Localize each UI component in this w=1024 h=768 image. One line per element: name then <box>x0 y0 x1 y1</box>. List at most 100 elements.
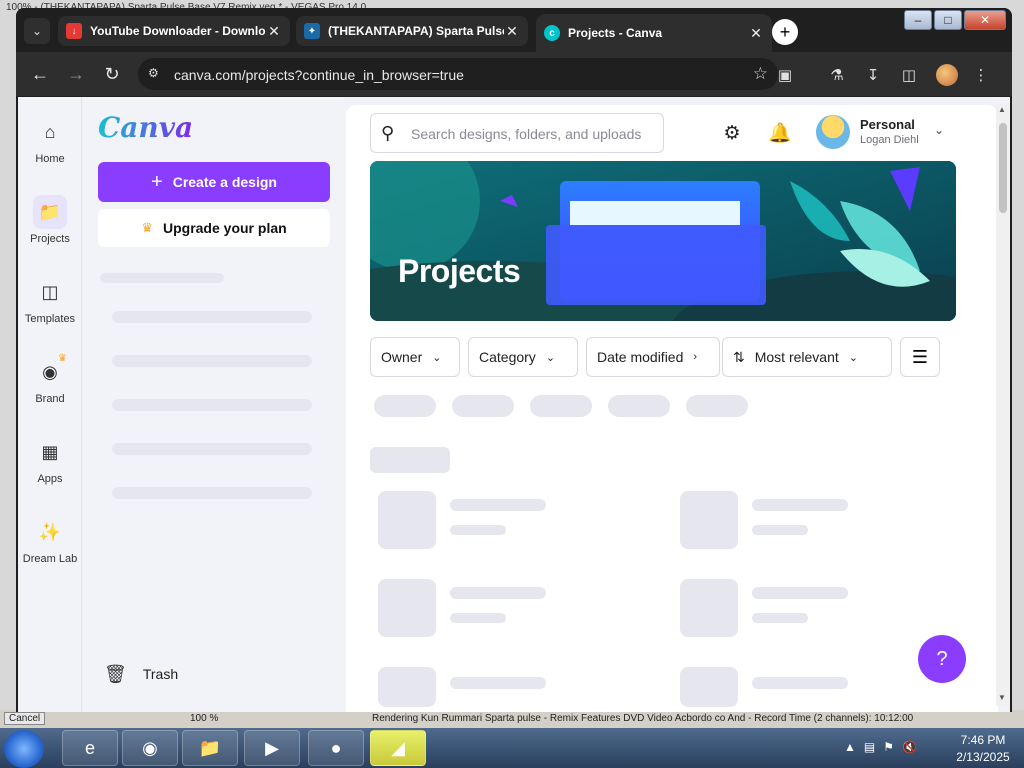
start-button[interactable] <box>4 730 44 768</box>
banner-illustration <box>370 161 956 321</box>
loading-placeholder <box>680 579 738 637</box>
account-avatar[interactable] <box>816 115 850 149</box>
close-window-button[interactable]: ✕ <box>964 10 1006 30</box>
tab-projects-canva[interactable]: c Projects - Canva ✕ <box>536 14 772 52</box>
filter-category[interactable]: Category ⌄ <box>468 337 578 377</box>
show-hidden-icons-icon[interactable]: ▲ <box>844 740 856 754</box>
address-bar[interactable]: ⚙ canva.com/projects?continue_in_browser… <box>138 58 778 90</box>
filter-owner[interactable]: Owner ⌄ <box>370 337 460 377</box>
scroll-down-icon[interactable]: ▼ <box>998 693 1006 702</box>
rail-label: Apps <box>37 473 63 485</box>
sort-dropdown[interactable]: ⇅ Most relevant ⌄ <box>722 337 892 377</box>
loading-placeholder <box>450 613 506 623</box>
create-design-label: Create a design <box>172 174 277 190</box>
chevron-down-icon: ⌄ <box>848 351 858 364</box>
account-type[interactable]: Personal <box>860 117 915 132</box>
firefox-icon[interactable]: ◉ <box>122 730 178 766</box>
reload-icon[interactable]: ↻ <box>100 62 124 86</box>
background-app-status-bar: Cancel 100 % Rendering Kun Rummari Spart… <box>0 710 1024 728</box>
side-panel-icon[interactable]: ◫ <box>898 64 920 86</box>
new-tab-button[interactable]: + <box>772 19 798 45</box>
forward-arrow-icon[interactable]: → <box>64 62 88 86</box>
minimize-button[interactable]: – <box>904 10 932 30</box>
banner-title: Projects <box>398 253 521 289</box>
loading-placeholder <box>752 613 808 623</box>
rail-item-dream-lab[interactable]: ✨ Dream Lab <box>18 515 82 585</box>
system-clock[interactable]: 7:46 PM 2/13/2025 <box>948 732 1018 766</box>
rail-item-templates[interactable]: ◫ Templates <box>18 275 82 345</box>
labs-flask-icon[interactable]: ⚗ <box>826 64 848 86</box>
render-percent: 100 % <box>190 713 219 724</box>
canva-page: ⌂ Home 📁 Projects ◫ Templates ♛ ◉ Brand … <box>18 97 1010 712</box>
loading-placeholder <box>378 579 436 637</box>
download-icon[interactable]: ↧ <box>862 64 884 86</box>
chevron-down-icon: ⌄ <box>432 351 442 364</box>
site-settings-icon[interactable]: ⚙ <box>148 66 164 82</box>
main-content: ⚲ Search designs, folders, and uploads ⚙… <box>346 105 998 712</box>
rail-item-home[interactable]: ⌂ Home <box>18 115 82 185</box>
page-scrollbar[interactable]: ▲ ▼ <box>996 103 1010 706</box>
loading-placeholder <box>450 525 506 535</box>
trash-link[interactable]: 🗑 Trash <box>104 663 178 685</box>
canva-logo[interactable]: Canva <box>98 111 193 144</box>
sort-arrows-icon: ⇅ <box>733 348 745 365</box>
loading-placeholder <box>112 355 312 367</box>
close-tab-icon[interactable]: ✕ <box>266 23 282 40</box>
create-design-button[interactable]: + Create a design <box>98 162 330 202</box>
settings-gear-icon[interactable]: ⚙ <box>720 121 744 145</box>
account-name[interactable]: Logan Diehl <box>860 134 919 146</box>
maximize-button[interactable]: □ <box>934 10 962 30</box>
search-input[interactable]: ⚲ Search designs, folders, and uploads <box>370 113 664 153</box>
windows-taskbar: e ◉ 📁 ▶ ● ◢ ▲ ▤ ⚑ 🔇 7:46 PM 2/13/2025 <box>0 728 1024 768</box>
chevron-right-icon: › <box>693 351 698 363</box>
internet-explorer-icon[interactable]: e <box>62 730 118 766</box>
filter-label: Date modified <box>597 349 684 365</box>
extensions-icon[interactable]: ▣ <box>774 64 796 86</box>
loading-placeholder <box>450 499 546 511</box>
chevron-down-icon[interactable]: ⌄ <box>934 123 944 137</box>
crown-icon: ♛ <box>141 220 153 235</box>
list-view-button[interactable]: ☰ <box>900 337 940 377</box>
scroll-up-icon[interactable]: ▲ <box>998 105 1006 114</box>
bookmark-star-icon[interactable]: ☆ <box>753 64 768 84</box>
tab-youtube-downloader[interactable]: ↓ YouTube Downloader - Downlo ✕ <box>58 16 290 46</box>
file-explorer-icon[interactable]: 📁 <box>182 730 238 766</box>
clock-date: 2/13/2025 <box>956 750 1010 764</box>
loading-placeholder <box>752 677 848 689</box>
loading-placeholder <box>608 395 670 417</box>
rail-item-brand[interactable]: ♛ ◉ Brand <box>18 353 82 425</box>
media-player-icon[interactable]: ▶ <box>244 730 300 766</box>
vegas-pro-icon[interactable]: ◢ <box>370 730 426 766</box>
close-tab-icon[interactable]: ✕ <box>504 23 520 40</box>
loading-placeholder <box>112 487 312 499</box>
notifications-bell-icon[interactable]: 🔔 <box>768 121 792 145</box>
clock-time: 7:46 PM <box>960 733 1006 747</box>
action-center-flag-icon[interactable]: ⚑ <box>883 740 894 754</box>
network-icon[interactable]: ▤ <box>864 740 875 754</box>
loading-placeholder <box>752 587 848 599</box>
tab-title: YouTube Downloader - Downlo <box>90 24 266 38</box>
scrollbar-thumb[interactable] <box>999 123 1007 213</box>
tab-sparta-pulse[interactable]: ✦ (THEKANTAPAPA) Sparta Pulse ✕ <box>296 16 528 46</box>
rail-label: Brand <box>35 393 65 405</box>
list-icon: ☰ <box>911 346 929 367</box>
filter-label: Category <box>479 349 536 365</box>
cancel-button[interactable]: Cancel <box>4 712 46 725</box>
loading-placeholder <box>752 499 848 511</box>
loading-placeholder <box>752 525 808 535</box>
back-arrow-icon[interactable]: ← <box>28 62 52 86</box>
left-rail: ⌂ Home 📁 Projects ◫ Templates ♛ ◉ Brand … <box>18 97 82 712</box>
loading-placeholder <box>112 399 312 411</box>
chrome-icon[interactable]: ● <box>308 730 364 766</box>
profile-avatar[interactable] <box>936 64 958 86</box>
dream-lab-icon: ✨ <box>38 521 62 542</box>
rail-item-apps[interactable]: ▦ Apps <box>18 435 82 505</box>
filter-date-modified[interactable]: Date modified › <box>586 337 720 377</box>
volume-muted-icon[interactable]: 🔇 <box>902 740 917 754</box>
upgrade-plan-button[interactable]: ♛ Upgrade your plan <box>98 209 330 247</box>
menu-kebab-icon[interactable]: ⋮ <box>970 64 992 86</box>
rail-item-projects[interactable]: 📁 Projects <box>18 195 82 265</box>
tab-search-button[interactable]: ⌄ <box>24 18 50 44</box>
help-button[interactable]: ? <box>918 635 966 683</box>
close-tab-icon[interactable]: ✕ <box>748 25 764 42</box>
